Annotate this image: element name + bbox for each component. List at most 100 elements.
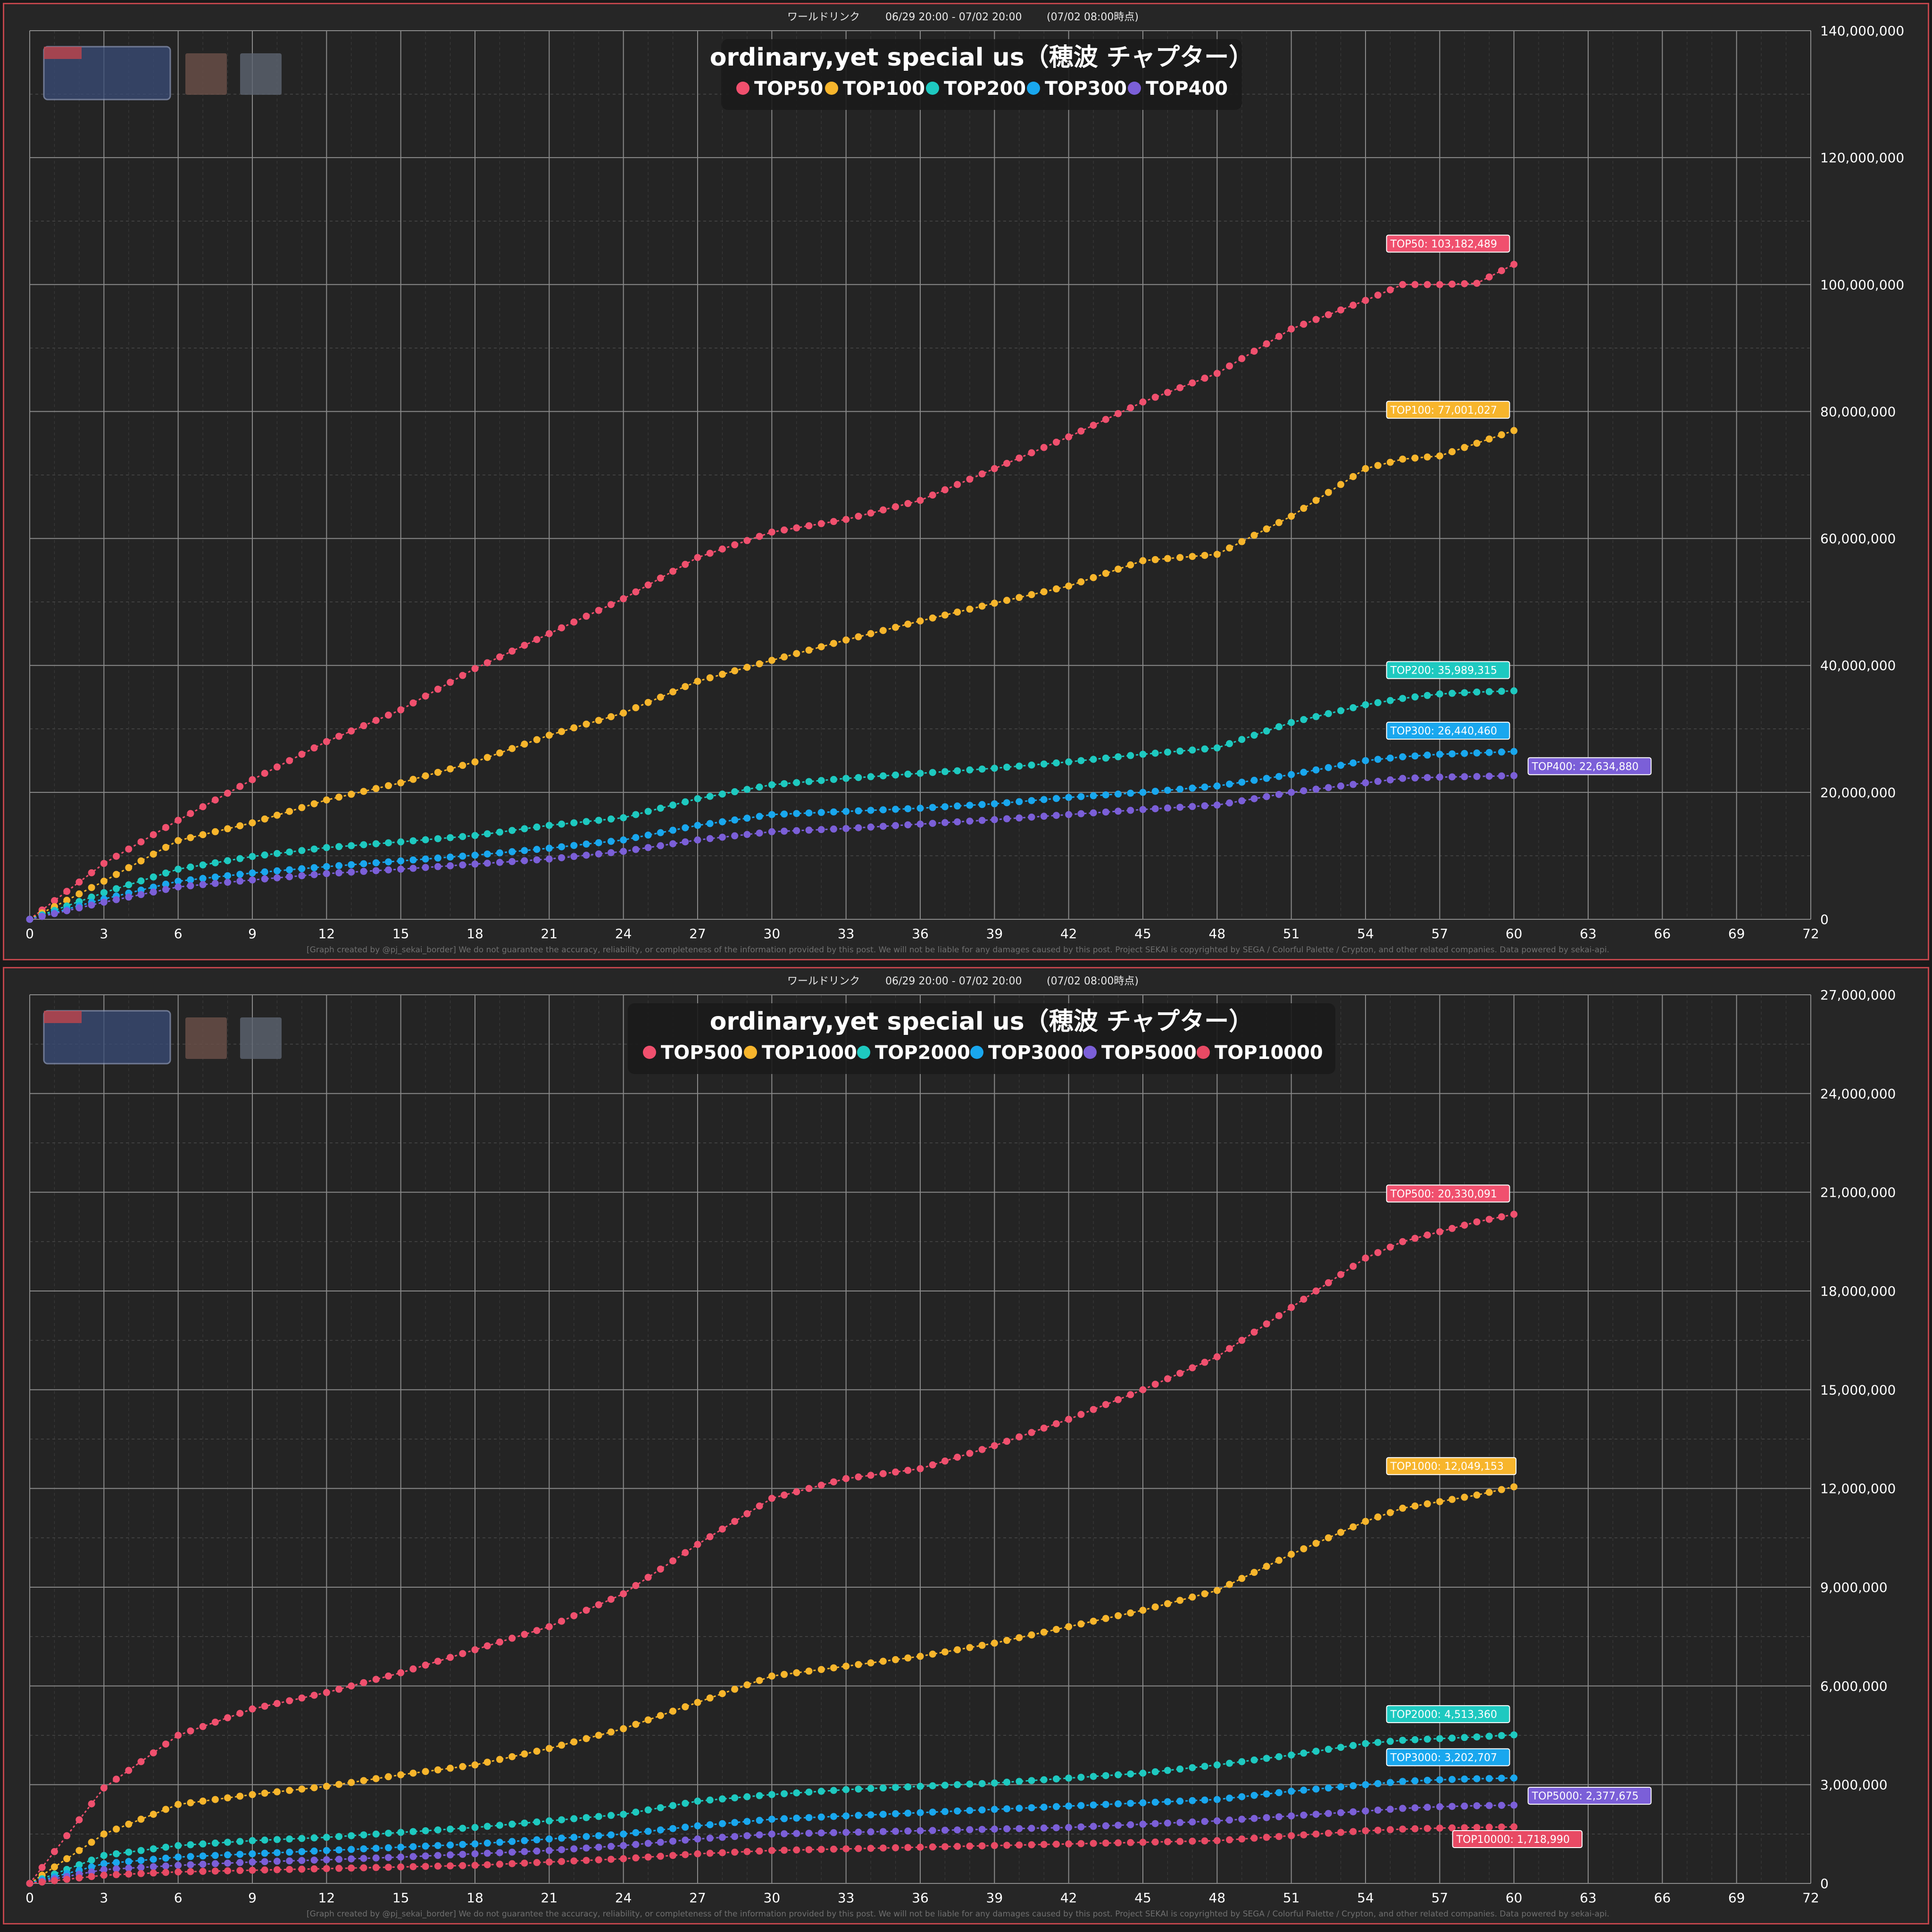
top-data-point — [855, 824, 862, 832]
bottom-data-point — [1077, 1823, 1085, 1831]
bottom-data-point — [830, 1787, 837, 1794]
top-data-point — [434, 863, 441, 870]
bottom-data-point — [1386, 1738, 1394, 1745]
top-data-point — [644, 808, 652, 815]
top-data-point — [718, 545, 726, 553]
bottom-y-tick-label: 9,000,000 — [1820, 1580, 1888, 1595]
bottom-data-point — [718, 1795, 726, 1803]
top-legend-label: TOP50 — [754, 78, 823, 100]
bottom-data-point — [199, 1798, 207, 1805]
top-data-point — [384, 866, 392, 874]
top-data-point — [211, 828, 219, 835]
top-data-point — [805, 778, 813, 785]
top-data-point — [533, 736, 541, 743]
top-data-point — [842, 516, 850, 523]
bottom-data-point — [768, 1791, 775, 1799]
top-data-point — [249, 776, 256, 783]
bottom-data-point — [892, 1828, 899, 1835]
top-data-point — [632, 588, 640, 596]
bottom-data-point — [286, 1835, 293, 1843]
top-data-point — [1473, 280, 1481, 287]
bottom-data-point — [1337, 1744, 1345, 1751]
bottom-data-point — [199, 1867, 207, 1875]
top-x-tick-label: 48 — [1209, 926, 1226, 941]
top-data-point — [768, 528, 775, 536]
bottom-data-point — [273, 1866, 281, 1874]
top-x-tick-label: 57 — [1432, 926, 1449, 941]
bottom-data-point — [1127, 1609, 1134, 1617]
top-data-point — [1139, 557, 1147, 565]
top-data-point — [1411, 752, 1419, 760]
bottom-data-point — [1077, 1774, 1085, 1781]
bottom-data-point — [1411, 1804, 1419, 1812]
top-x-tick-label: 42 — [1060, 926, 1077, 941]
bottom-data-point — [1164, 1838, 1171, 1846]
top-data-point — [1349, 473, 1357, 480]
bottom-data-point — [1337, 1829, 1345, 1836]
bottom-data-point — [1349, 1523, 1357, 1531]
top-data-point — [570, 841, 578, 849]
top-data-point — [991, 765, 998, 772]
bottom-data-point — [904, 1654, 912, 1662]
bottom-data-point — [916, 1843, 924, 1851]
bottom-data-point — [991, 1640, 998, 1647]
bottom-y-tick-label: 3,000,000 — [1820, 1777, 1888, 1793]
bottom-data-point — [583, 1735, 590, 1742]
bottom-data-point — [150, 1845, 157, 1853]
top-data-point — [583, 612, 590, 620]
top-data-point — [954, 767, 961, 774]
top-data-point — [384, 711, 392, 719]
top-event-thumbnails — [43, 46, 282, 100]
chart-svg-top: 0 20,000,000 40,000,000 60,000,000 80,000,00… — [25, 11, 1904, 955]
top-data-point — [830, 518, 837, 525]
top-data-point — [422, 772, 429, 780]
top-legend-marker — [926, 82, 939, 95]
top-data-point — [1461, 773, 1468, 781]
top-data-point — [508, 848, 516, 856]
bottom-legend-label: TOP1000 — [762, 1042, 857, 1064]
bottom-data-point — [335, 1781, 343, 1788]
top-data-point — [558, 820, 566, 828]
bottom-data-point — [199, 1840, 207, 1848]
bottom-data-point — [113, 1871, 120, 1878]
bottom-y-tick-label: 12,000,000 — [1820, 1481, 1896, 1497]
bottom-data-point — [1498, 1732, 1505, 1740]
bottom-data-point — [620, 1590, 627, 1598]
top-data-point — [1040, 760, 1048, 768]
top-data-point — [1324, 710, 1332, 717]
bottom-data-point — [496, 1638, 503, 1646]
top-data-point — [657, 842, 664, 849]
bottom-data-point — [855, 1785, 862, 1793]
top-data-point — [310, 845, 318, 853]
bottom-data-point — [422, 1768, 429, 1775]
top-data-point — [545, 855, 553, 863]
bottom-data-point — [1139, 1799, 1147, 1807]
bottom-data-point — [1052, 1840, 1060, 1848]
top-data-point — [1485, 688, 1493, 695]
bottom-data-point — [150, 1856, 157, 1863]
top-data-point — [372, 785, 380, 792]
bottom-x-tick-label: 27 — [689, 1890, 706, 1906]
top-data-point — [335, 733, 343, 740]
bottom-data-point — [175, 1862, 182, 1869]
bottom-data-point — [1324, 1784, 1332, 1792]
bottom-data-point — [855, 1812, 862, 1819]
top-data-point — [669, 801, 677, 809]
top-data-point — [929, 491, 936, 499]
bottom-data-point — [236, 1792, 244, 1800]
top-end-label-top400: TOP400: 22,634,880 — [1527, 757, 1652, 775]
bottom-data-point — [867, 1845, 874, 1852]
bottom-data-point — [929, 1843, 936, 1851]
top-data-point — [595, 816, 602, 824]
top-data-point — [1449, 773, 1456, 781]
bottom-data-point — [447, 1825, 454, 1833]
top-data-point — [224, 790, 232, 797]
bottom-data-point — [583, 1833, 590, 1840]
bottom-data-point — [1028, 1804, 1035, 1812]
top-data-point — [1288, 789, 1295, 796]
bottom-data-point — [1374, 1513, 1382, 1521]
bottom-data-point — [1374, 1739, 1382, 1746]
bottom-data-point — [1102, 1822, 1109, 1830]
bottom-data-point — [310, 1784, 318, 1791]
bottom-data-point — [669, 1802, 677, 1809]
